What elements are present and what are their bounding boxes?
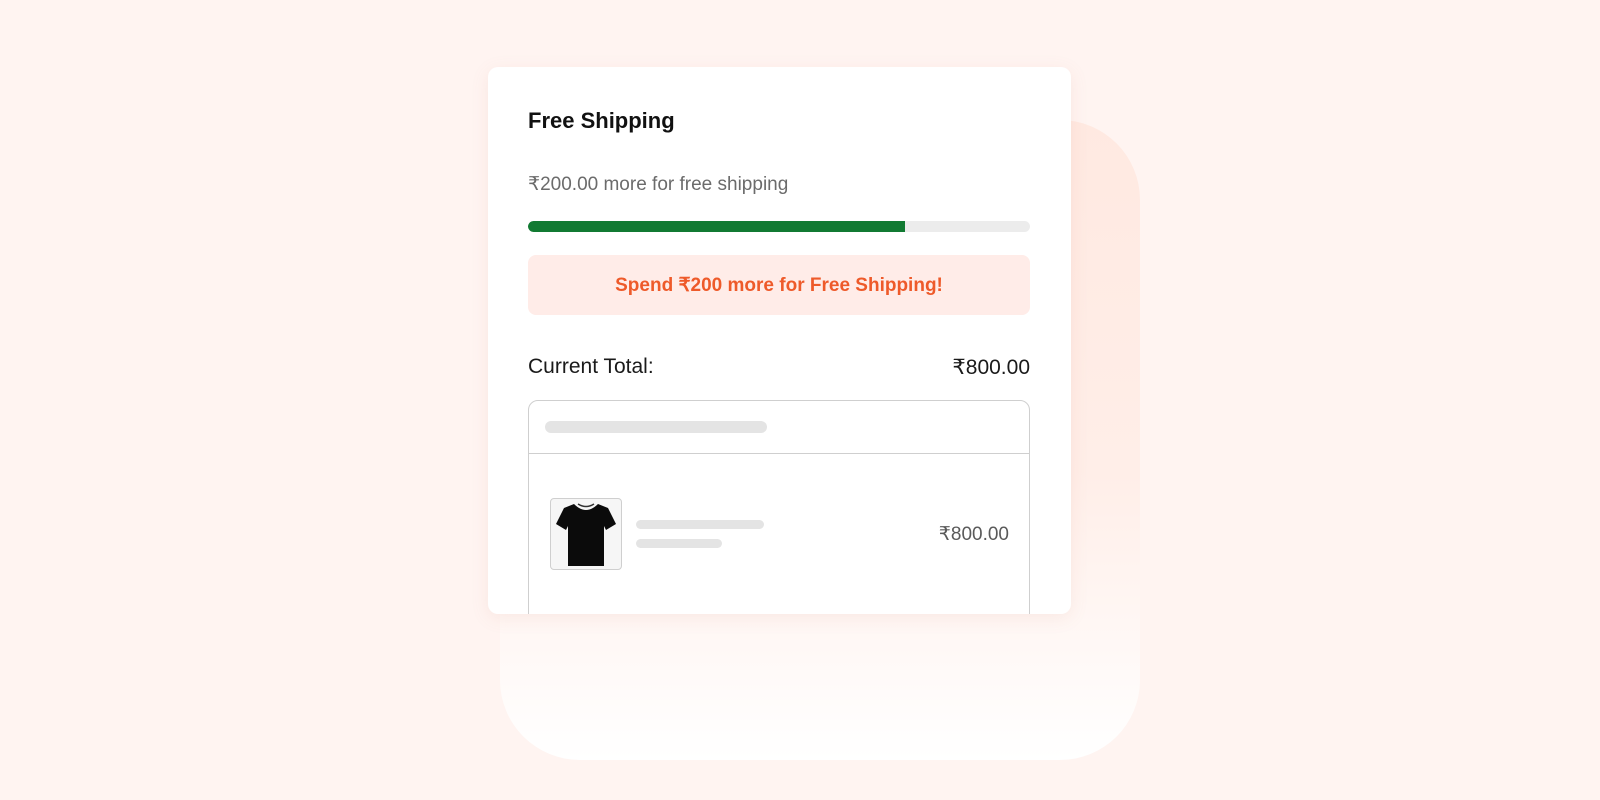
- current-total-row: Current Total: ₹800.00: [528, 355, 1030, 380]
- item-price: ₹800.00: [938, 524, 1009, 545]
- banner-text: Spend ₹200 more for Free Shipping!: [615, 274, 943, 296]
- free-shipping-banner: Spend ₹200 more for Free Shipping!: [528, 255, 1030, 315]
- remaining-amount-text: ₹200.00 more for free shipping: [528, 174, 789, 195]
- free-shipping-card: Free Shipping ₹200.00 more for free ship…: [488, 67, 1071, 614]
- skeleton-item-variant: [636, 539, 722, 548]
- order-summary-box: ₹800.00: [528, 400, 1030, 614]
- current-total-value: ₹800.00: [952, 356, 1030, 379]
- card-title: Free Shipping: [528, 108, 675, 133]
- order-header: [529, 401, 1029, 454]
- skeleton-header-line: [545, 421, 767, 433]
- skeleton-item-name: [636, 520, 764, 529]
- tshirt-icon: [550, 498, 622, 570]
- shipping-progress-bar: [528, 221, 1030, 232]
- shipping-progress-fill: [528, 221, 905, 232]
- current-total-label: Current Total:: [528, 355, 654, 378]
- order-item[interactable]: ₹800.00: [529, 454, 1029, 614]
